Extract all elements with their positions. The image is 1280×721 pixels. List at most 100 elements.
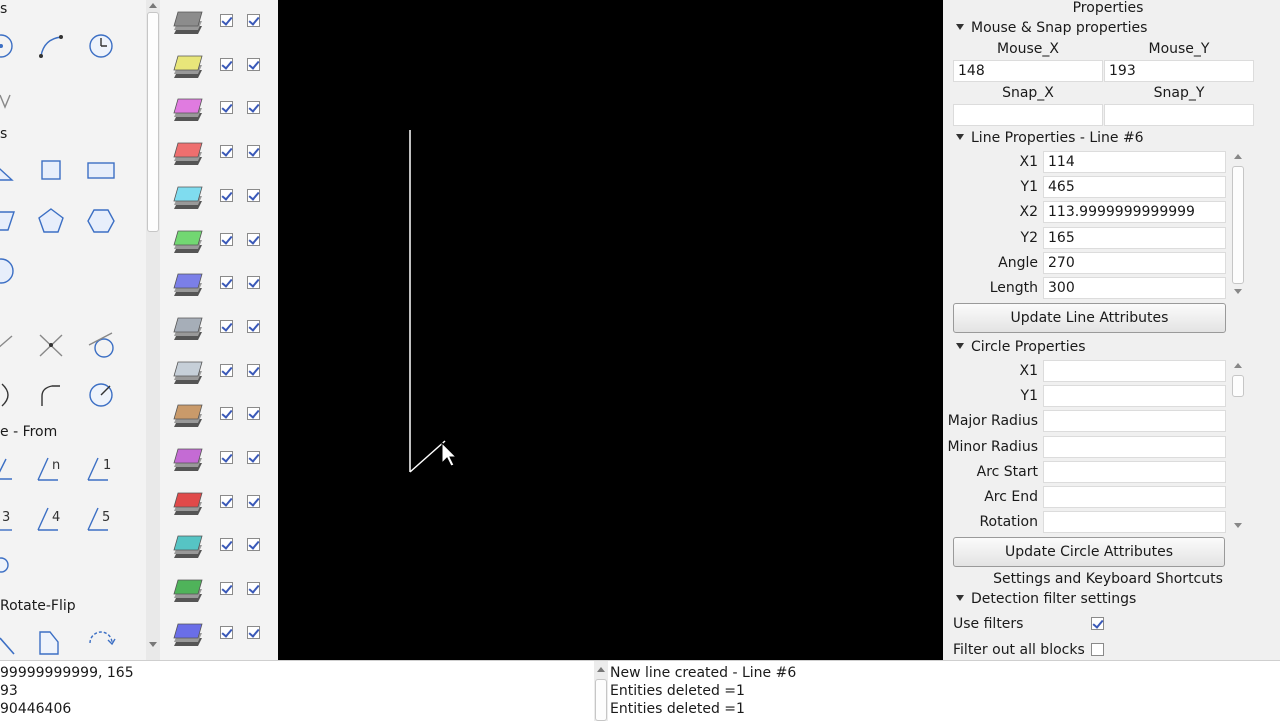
- layer-stack-icon[interactable]: [172, 137, 204, 167]
- scrollbar-thumb[interactable]: [1232, 375, 1244, 397]
- layer-stack-icon[interactable]: [172, 530, 204, 560]
- scroll-up-icon[interactable]: [149, 3, 157, 8]
- line-fields-scrollbar[interactable]: [1231, 152, 1245, 298]
- update-circle-attributes-button[interactable]: Update Circle Attributes: [953, 537, 1225, 567]
- rectangle-icon[interactable]: [86, 155, 116, 185]
- line-tangent-icon[interactable]: [0, 330, 16, 360]
- layer-lock-checkbox[interactable]: [247, 451, 260, 464]
- mouse-y-field[interactable]: 193: [1104, 60, 1254, 82]
- layer-stack-icon[interactable]: [172, 93, 204, 123]
- layer-stack-icon[interactable]: [172, 487, 204, 517]
- layer-row[interactable]: [160, 356, 278, 386]
- scroll-down-icon[interactable]: [149, 642, 157, 647]
- scroll-up-icon[interactable]: [1234, 154, 1242, 159]
- layer-visible-checkbox[interactable]: [220, 188, 233, 202]
- layer-visible-checkbox[interactable]: [220, 451, 233, 464]
- layer-visible-checkbox[interactable]: [220, 232, 233, 246]
- layer-visible-checkbox[interactable]: [220, 363, 233, 377]
- flip-icon[interactable]: [36, 628, 66, 658]
- layer-visible-checkbox[interactable]: [220, 276, 233, 290]
- circle-center-point-icon[interactable]: [0, 31, 16, 61]
- layer-visible-checkbox[interactable]: [220, 319, 233, 333]
- toolbox-scrollbar[interactable]: [146, 0, 160, 660]
- drawing-canvas[interactable]: [278, 0, 943, 660]
- layer-row[interactable]: [160, 618, 278, 648]
- layer-row[interactable]: [160, 487, 278, 517]
- angle-4-icon[interactable]: 4: [36, 503, 66, 533]
- layer-stack-icon[interactable]: [172, 268, 204, 298]
- layer-lock-checkbox[interactable]: [247, 232, 260, 246]
- snap-x-field[interactable]: [953, 104, 1103, 126]
- mouse-snap-header[interactable]: Mouse & Snap properties: [956, 20, 1147, 36]
- layer-visible-checkbox[interactable]: [220, 582, 233, 596]
- layer-row[interactable]: [160, 530, 278, 560]
- layer-lock-checkbox[interactable]: [247, 494, 260, 508]
- layer-row[interactable]: [160, 137, 278, 167]
- arc-three-point-icon[interactable]: [36, 31, 66, 61]
- field-input[interactable]: [1043, 410, 1226, 433]
- square-icon[interactable]: [36, 155, 66, 185]
- circle-clock-icon[interactable]: [86, 31, 116, 61]
- angle-5-icon[interactable]: 5: [86, 503, 116, 533]
- circle-dimension-icon[interactable]: [86, 380, 116, 410]
- scroll-down-icon[interactable]: [1234, 523, 1242, 528]
- layer-stack-icon[interactable]: [172, 181, 204, 211]
- scroll-up-icon[interactable]: [1234, 363, 1242, 368]
- layer-lock-checkbox[interactable]: [247, 101, 260, 115]
- arc-icon[interactable]: [0, 380, 16, 410]
- triangle-icon[interactable]: [0, 155, 16, 185]
- field-input[interactable]: [1043, 460, 1226, 483]
- layer-visible-checkbox[interactable]: [220, 407, 233, 421]
- layer-visible-checkbox[interactable]: [220, 625, 233, 639]
- hexagon-icon[interactable]: [86, 206, 116, 236]
- layer-stack-icon[interactable]: [172, 618, 204, 648]
- layer-lock-checkbox[interactable]: [247, 145, 260, 159]
- field-input[interactable]: 165: [1043, 226, 1226, 249]
- small-circle-icon[interactable]: [0, 550, 16, 580]
- layer-row[interactable]: [160, 181, 278, 211]
- layer-lock-checkbox[interactable]: [247, 538, 260, 552]
- mirror-icon[interactable]: [0, 628, 16, 658]
- field-input[interactable]: [1043, 360, 1226, 382]
- scroll-up-icon[interactable]: [597, 667, 605, 672]
- field-input[interactable]: [1043, 486, 1226, 508]
- layer-stack-icon[interactable]: [172, 399, 204, 429]
- layer-row[interactable]: [160, 93, 278, 123]
- layer-row[interactable]: [160, 268, 278, 298]
- snap-y-field[interactable]: [1104, 104, 1254, 126]
- line-intersect-icon[interactable]: [36, 330, 66, 360]
- scrollbar-thumb[interactable]: [595, 679, 607, 721]
- layer-lock-checkbox[interactable]: [247, 14, 260, 27]
- layer-visible-checkbox[interactable]: [220, 145, 233, 159]
- layer-stack-icon[interactable]: [172, 443, 204, 473]
- parallelogram-icon[interactable]: [0, 206, 16, 236]
- layer-row[interactable]: [160, 6, 278, 36]
- circle-tangent-icon[interactable]: [86, 330, 116, 360]
- layer-visible-checkbox[interactable]: [220, 57, 233, 71]
- layer-lock-checkbox[interactable]: [247, 276, 260, 290]
- circle-fields-scrollbar[interactable]: [1231, 361, 1245, 531]
- field-input[interactable]: 114: [1043, 151, 1226, 173]
- rotate-icon[interactable]: [86, 628, 116, 658]
- mouse-x-field[interactable]: 148: [953, 60, 1103, 82]
- field-input[interactable]: [1043, 435, 1226, 458]
- layer-row[interactable]: [160, 399, 278, 429]
- use-filters-checkbox[interactable]: [1091, 617, 1104, 630]
- layer-stack-icon[interactable]: [172, 50, 204, 80]
- field-input[interactable]: [1043, 511, 1226, 534]
- field-input[interactable]: 113.9999999999999: [1043, 201, 1226, 224]
- pentagon-icon[interactable]: [36, 206, 66, 236]
- layer-lock-checkbox[interactable]: [247, 319, 260, 333]
- layer-lock-checkbox[interactable]: [247, 407, 260, 421]
- layer-visible-checkbox[interactable]: [220, 538, 233, 552]
- field-input[interactable]: 270: [1043, 251, 1226, 274]
- layer-lock-checkbox[interactable]: [247, 188, 260, 202]
- line-properties-header[interactable]: Line Properties - Line #6: [956, 130, 1144, 146]
- update-line-attributes-button[interactable]: Update Line Attributes: [953, 303, 1226, 333]
- console-scrollbar[interactable]: [594, 661, 608, 721]
- field-input[interactable]: 465: [1043, 176, 1226, 199]
- layer-visible-checkbox[interactable]: [220, 494, 233, 508]
- angle-n-icon[interactable]: n: [36, 453, 66, 483]
- layer-row[interactable]: [160, 312, 278, 342]
- scroll-down-icon[interactable]: [1234, 289, 1242, 294]
